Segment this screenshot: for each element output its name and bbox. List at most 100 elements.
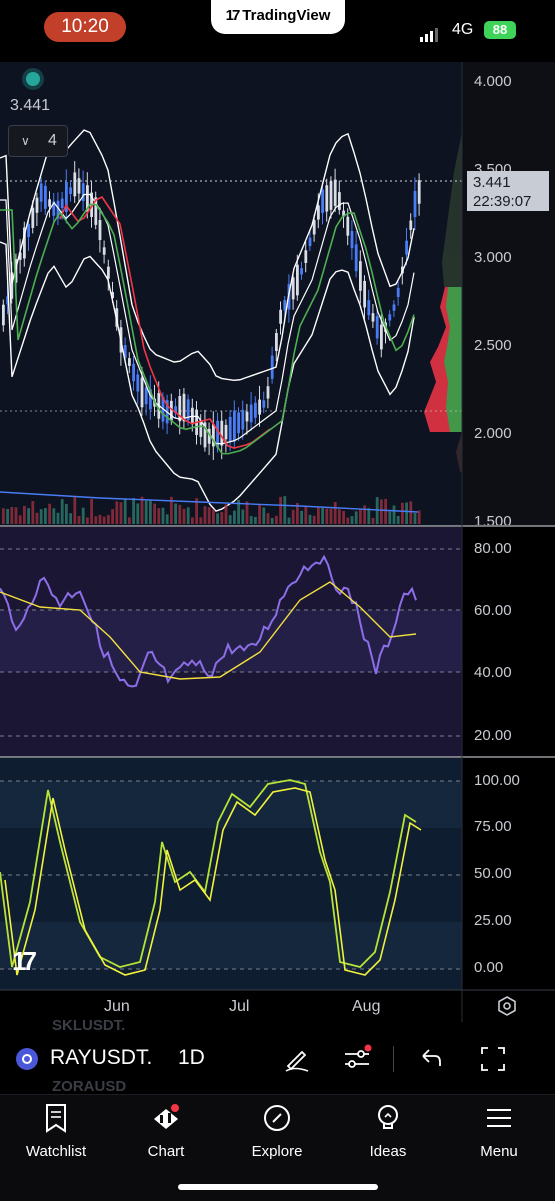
volume-bar xyxy=(308,514,312,524)
volume-bar xyxy=(354,511,358,524)
nav-watchlist[interactable]: Watchlist xyxy=(6,1100,106,1160)
volume-bar xyxy=(333,501,337,524)
volume-bar xyxy=(174,503,177,524)
volume-bar xyxy=(23,505,26,524)
nav-chart[interactable]: Chart xyxy=(116,1100,216,1160)
volume-bar xyxy=(77,516,81,524)
volume-bar xyxy=(417,510,421,524)
nav-label: Menu xyxy=(480,1143,518,1160)
time-axis-label: Jun xyxy=(104,998,130,1015)
candle xyxy=(396,287,400,297)
volume-bar xyxy=(342,510,345,524)
stoch-axis-label: 0.00 xyxy=(474,959,504,976)
network-type: 4G xyxy=(452,21,474,38)
volume-bar xyxy=(338,509,341,524)
nav-ideas[interactable]: Ideas xyxy=(338,1100,438,1160)
volume-bar xyxy=(405,502,408,524)
indicator-count: 4 xyxy=(48,132,57,149)
undo-icon[interactable] xyxy=(415,1044,445,1074)
time-axis-label: Jul xyxy=(229,998,250,1015)
candle xyxy=(107,266,110,279)
price-axis-label: 3.000 xyxy=(474,249,512,266)
nav-label: Explore xyxy=(251,1143,303,1160)
volume-bar xyxy=(363,505,366,524)
compass-icon xyxy=(264,1105,290,1131)
volume-bar xyxy=(254,516,257,524)
candle xyxy=(296,264,299,296)
candle xyxy=(308,237,312,247)
watchlist-peek-next[interactable]: ZORAUSD xyxy=(52,1078,126,1095)
candle xyxy=(81,183,85,202)
volume-bar xyxy=(291,509,295,524)
candle xyxy=(77,178,81,194)
price-axis-label: 1.500 xyxy=(474,513,512,525)
volume-bar xyxy=(384,498,387,524)
volume-bar xyxy=(6,508,9,524)
candle xyxy=(128,358,131,366)
volume-bar xyxy=(48,503,51,524)
volume-bar xyxy=(153,503,156,524)
volume-bar xyxy=(371,517,375,524)
volume-bar xyxy=(392,505,396,524)
volume-bar xyxy=(90,498,93,524)
volume-bar xyxy=(39,509,43,524)
symbol-selector[interactable]: RAYUSDT. xyxy=(50,1046,152,1070)
candle xyxy=(258,399,261,415)
volume-bar xyxy=(60,499,64,524)
price-axis-label: 2.500 xyxy=(474,337,512,354)
status-bar: 10:20 17 TradingView 4G 88 xyxy=(0,0,555,62)
time-axis-label: Aug xyxy=(352,998,381,1015)
volume-bar xyxy=(241,509,245,524)
candle xyxy=(249,404,253,423)
candle xyxy=(388,314,392,321)
collapse-indicators-button[interactable]: ∨ 4 xyxy=(8,125,68,157)
volume-bar xyxy=(346,517,350,524)
candle xyxy=(69,187,72,195)
watchlist-peek-previous[interactable]: SKLUSDT. xyxy=(52,1017,125,1034)
volume-bar xyxy=(115,501,119,524)
nav-explore[interactable]: Explore xyxy=(227,1100,327,1160)
candle xyxy=(317,205,320,220)
chart-settings-icon[interactable] xyxy=(497,996,517,1016)
volume-bar xyxy=(329,508,333,524)
volume-bar xyxy=(270,517,274,524)
volume-bar xyxy=(31,500,35,524)
clock: 10:20 xyxy=(44,12,126,42)
candle xyxy=(98,220,102,240)
rsi-axis-label: 20.00 xyxy=(474,727,512,744)
candle xyxy=(350,231,354,249)
indicators-icon[interactable] xyxy=(342,1044,372,1074)
toolbar-divider xyxy=(393,1046,394,1072)
volume-bar xyxy=(233,510,236,524)
volume-bar xyxy=(165,514,169,524)
volume-bar xyxy=(123,498,127,524)
candle xyxy=(228,416,232,442)
candle xyxy=(338,192,341,210)
volume-bar xyxy=(317,506,320,524)
interval-selector[interactable]: 1D xyxy=(178,1046,205,1070)
rsi-axis-label: 80.00 xyxy=(474,540,512,557)
candle xyxy=(182,393,186,422)
volume-bar xyxy=(44,508,47,524)
rsi-axis-label: 40.00 xyxy=(474,664,512,681)
volume-bar xyxy=(186,507,190,524)
fullscreen-icon[interactable] xyxy=(478,1044,508,1074)
candle xyxy=(266,386,270,399)
nav-menu[interactable]: Menu xyxy=(449,1100,549,1160)
volume-bar xyxy=(107,514,110,524)
candle xyxy=(44,185,47,209)
symbol-logo-icon xyxy=(16,1048,38,1070)
nav-label: Watchlist xyxy=(25,1143,87,1160)
app-name: TradingView xyxy=(242,7,331,24)
app-banner[interactable]: 17 TradingView xyxy=(211,0,345,34)
volume-bar xyxy=(262,507,266,524)
home-indicator xyxy=(178,1184,378,1190)
volume-bar xyxy=(203,506,207,524)
drawing-tools-icon[interactable] xyxy=(282,1044,312,1074)
signal-icon xyxy=(420,24,440,42)
volume-bar xyxy=(249,516,253,524)
volume-bar xyxy=(81,507,85,524)
volume-bar xyxy=(321,507,324,524)
nav-label: Chart xyxy=(147,1143,185,1160)
volume-bar xyxy=(359,508,362,524)
